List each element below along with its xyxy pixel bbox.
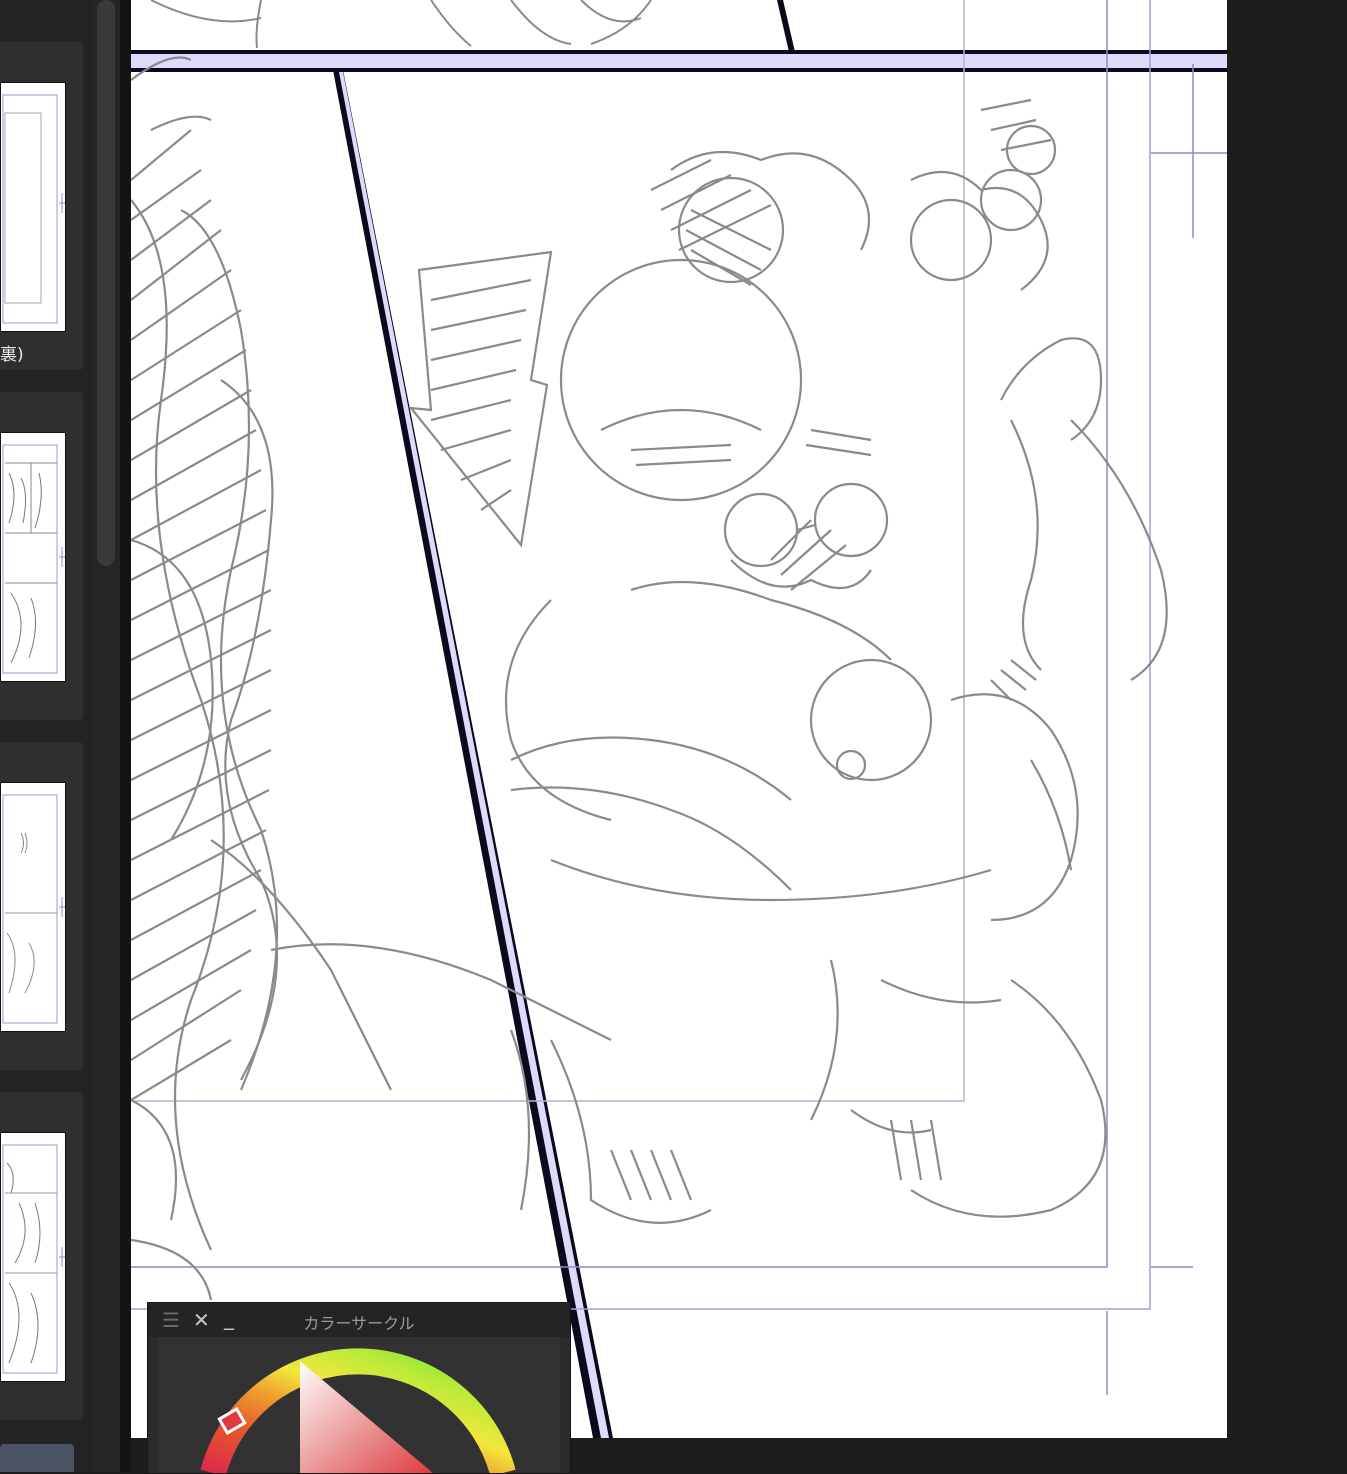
guide-frames [131, 0, 1227, 1395]
page-card-4[interactable] [0, 1092, 83, 1420]
color-panel-header[interactable]: ☰ ✕ _ カラーサークル [148, 1303, 570, 1337]
page-card-3[interactable] [0, 742, 83, 1070]
page-label-1: 裏) [0, 345, 24, 365]
page-thumbnail-4[interactable] [0, 1132, 66, 1382]
page-thumbnail-1[interactable] [0, 82, 66, 332]
page-panel: 裏) [0, 0, 93, 1472]
page-thumbnail-2[interactable] [0, 432, 66, 682]
color-circle-panel[interactable]: ☰ ✕ _ カラーサークル [147, 1302, 571, 1474]
right-workspace-gutter [1227, 0, 1347, 1472]
page-panel-scroll-thumb[interactable] [97, 0, 115, 566]
panel-tab[interactable] [0, 1444, 74, 1472]
color-panel-title: カラーサークル [303, 1314, 415, 1333]
panel-gutter [131, 52, 1227, 70]
page-card-1[interactable]: 裏) [0, 42, 83, 370]
page-thumbnail-3[interactable] [0, 782, 66, 1032]
panel-divider[interactable] [120, 0, 131, 1472]
top-panel-sketch [150, 0, 652, 49]
color-panel-body [158, 1337, 560, 1473]
drawing-canvas[interactable] [131, 0, 1227, 1438]
page-card-2[interactable] [0, 392, 83, 720]
